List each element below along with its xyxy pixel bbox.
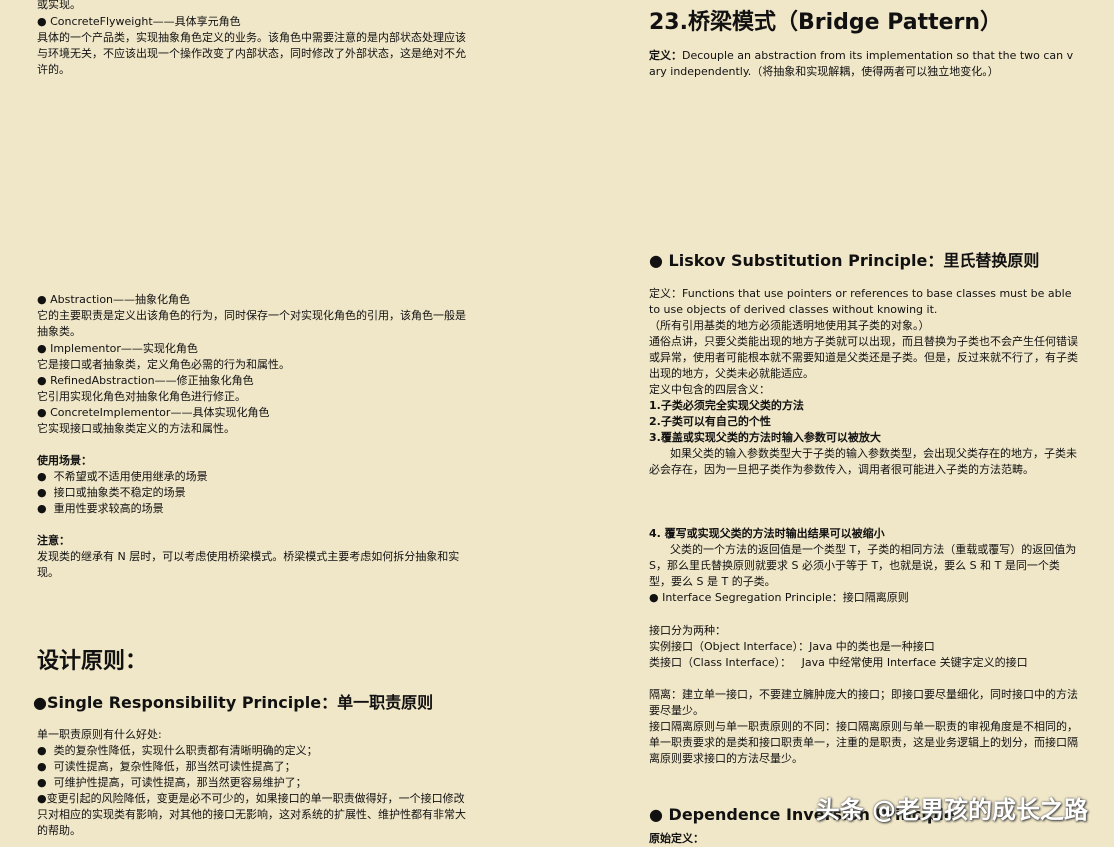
implementor-desc: 它是接口或者抽象类，定义角色必需的行为和属性。 <box>37 358 290 371</box>
bridge-title: 23.桥梁模式（Bridge Pattern） <box>649 10 1003 35</box>
srp-item: ● 可读性提高，复杂性降低，那当然可读性提高了； <box>37 760 296 773</box>
usage-item: ● 不希望或不适用使用继承的场景 <box>37 470 208 483</box>
liskov-plain: 通俗点讲，只要父类能出现的地方子类就可以出现，而且替换为子类也不会产生任何错误或… <box>649 335 1078 380</box>
rule-2: 2.子类可以有自己的个性 <box>649 415 771 428</box>
liskov-title: ● Liskov Substitution Principle：里氏替换原则 <box>649 251 1040 270</box>
srp-item: ●变更引起的风险降低，变更是必不可少的，如果接口的单一职责做得好，一个接口修改只… <box>37 792 466 837</box>
srp-title: ●Single Responsibility Principle：单一职责原则 <box>33 693 434 712</box>
refined-desc: 它引用实现化角色对抽象化角色进行修正。 <box>37 390 246 403</box>
isp-vs-srp: 接口隔离原则与单一职责原则的不同：接口隔离原则与单一职责的审视角度是不相同的，单… <box>649 720 1078 765</box>
liskov-definition: 定义：Functions that use pointers or refere… <box>649 287 1075 316</box>
bridge-definition: 定义：Decouple an abstraction from its impl… <box>649 48 1079 80</box>
instance-interface: 实例接口（Object Interface）：Java 中的类也是一种接口 <box>649 640 935 653</box>
abstraction-item: ● Abstraction——抽象化角色 <box>37 293 191 306</box>
original-definition: 原始定义： <box>649 832 704 845</box>
liskov-layers: 定义中包含的四层含义： <box>649 383 770 396</box>
rule-4: 4. 覆写或实现父类的方法时输出结果可以被缩小 <box>649 527 885 540</box>
definition-label: 定义： <box>649 49 682 62</box>
isolation-desc: 隔离：建立单一接口，不要建立臃肿庞大的接口；即接口要尽量细化，同时接口中的方法要… <box>649 688 1078 717</box>
class-interface: 类接口（Class Interface）： Java 中经常使用 Interfa… <box>649 656 1028 669</box>
refined-item: ● RefinedAbstraction——修正抽象化角色 <box>37 374 254 387</box>
srp-item: ● 类的复杂性降低，实现什么职责都有清晰明确的定义； <box>37 744 318 757</box>
flyweight-item: ● ConcreteFlyweight——具体享元角色 <box>37 15 241 28</box>
rule-3-desc: 如果父类的输入参数类型大于子类的输入参数类型，会出现父类存在的地方，子类未必会存… <box>649 447 1077 476</box>
concrete-impl-desc: 它实现接口或抽象类定义的方法和属性。 <box>37 422 235 435</box>
liskov-definition-cn: （所有引用基类的地方必须能透明地使用其子类的对象。） <box>649 319 930 332</box>
rule-1: 1.子类必须完全实现父类的方法 <box>649 399 804 412</box>
flyweight-desc: 具体的一个产品类，实现抽象角色定义的业务。该角色中需要注意的是内部状态处理应该与… <box>37 31 466 76</box>
usage-item: ● 接口或抽象类不稳定的场景 <box>37 486 186 499</box>
note-desc: 发现类的继承有 N 层时，可以考虑使用桥梁模式。桥梁模式主要考虑如何拆分抽象和实… <box>37 550 460 579</box>
implementor-item: ● Implementor——实现化角色 <box>37 342 198 355</box>
text-line: 或实现。 <box>37 0 81 11</box>
concrete-impl-item: ● ConcreteImplementor——具体实现化角色 <box>37 406 270 419</box>
definition-text: Decouple an abstraction from its impleme… <box>649 49 1074 78</box>
design-title: 设计原则： <box>37 649 148 674</box>
rule-3: 3.覆盖或实现父类的方法时输入参数可以被放大 <box>649 431 881 444</box>
interface-kinds: 接口分为两种： <box>649 624 726 637</box>
usage-item: ● 重用性要求较高的场景 <box>37 502 164 515</box>
usage-title: 使用场景： <box>37 454 92 467</box>
watermark: 头条 @老男孩的成长之路 <box>815 796 1088 824</box>
rule-4-desc: 父类的一个方法的返回值是一个类型 T，子类的相同方法（重载或覆写）的返回值为 S… <box>649 543 1080 588</box>
srp-intro: 单一职责原则有什么好处: <box>37 728 162 741</box>
abstraction-desc: 它的主要职责是定义出该角色的行为，同时保存一个对实现化角色的引用，该角色一般是抽… <box>37 309 466 338</box>
srp-item: ● 可维护性提高，可读性提高，那当然更容易维护了； <box>37 776 307 789</box>
note-title: 注意： <box>37 534 70 547</box>
isp-item: ● Interface Segregation Principle：接口隔离原则 <box>649 591 909 604</box>
